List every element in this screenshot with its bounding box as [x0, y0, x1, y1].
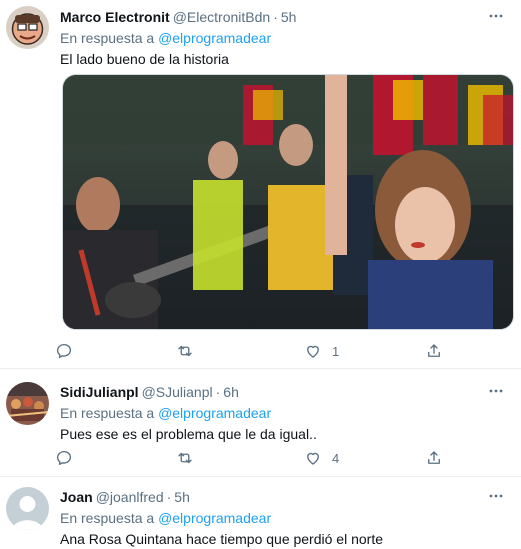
reply-icon — [56, 450, 72, 466]
reply-button[interactable] — [55, 448, 83, 468]
share-icon — [428, 344, 440, 357]
like-icon — [307, 452, 319, 465]
reply-mention-link[interactable]: @elprogramadear — [158, 405, 271, 421]
like-button[interactable]: 1 — [304, 341, 339, 361]
reply-icon — [56, 343, 72, 359]
retweet-icon — [178, 345, 192, 357]
retweet-button[interactable] — [176, 341, 204, 361]
author-name[interactable]: SidiJulianpl — [60, 384, 139, 400]
more-icon[interactable] — [487, 487, 505, 505]
tweet-time[interactable]: 6h — [223, 384, 239, 400]
avatar[interactable] — [6, 382, 49, 425]
share-button[interactable] — [425, 341, 443, 361]
more-icon[interactable] — [487, 7, 505, 25]
reply-prefix: En respuesta a — [60, 510, 155, 526]
reply-prefix: En respuesta a — [60, 30, 155, 46]
like-button[interactable]: 4 — [304, 448, 339, 468]
reply-button[interactable] — [55, 341, 83, 361]
share-button[interactable] — [425, 448, 443, 468]
author-name[interactable]: Marco Electronit — [60, 9, 170, 25]
tweet-1[interactable]: Marco Electronit @ElectronitBdn · 5h En res… — [0, 0, 521, 369]
avatar[interactable] — [6, 487, 49, 530]
tweet-text: Ana Rosa Quintana hace tiempo que perdió… — [60, 531, 383, 547]
like-icon — [307, 345, 319, 358]
separator-dot: · — [166, 489, 172, 505]
reply-context: En respuesta a @elprogramadear — [60, 28, 509, 48]
tweet-time[interactable]: 5h — [174, 489, 190, 505]
like-count: 1 — [332, 343, 340, 359]
separator-dot: · — [273, 9, 278, 25]
share-icon — [428, 451, 440, 464]
tweet-3[interactable]: Joan @joanlfred · 5h En respuesta a @elprog… — [0, 478, 521, 549]
tweet-media-image[interactable] — [62, 74, 514, 330]
reply-context: En respuesta a @elprogramadear — [60, 403, 509, 423]
avatar[interactable] — [6, 6, 49, 49]
author-handle[interactable]: @SJulianpl — [142, 384, 213, 400]
author-handle[interactable]: @ElectronitBdn — [173, 9, 270, 25]
retweet-icon — [178, 452, 192, 464]
separator-dot: · — [215, 384, 221, 400]
tweet-text: El lado bueno de la historia — [60, 51, 229, 67]
reply-mention-link[interactable]: @elprogramadear — [158, 510, 271, 526]
tweet-actions: 1 — [55, 341, 455, 361]
tweet-2[interactable]: SidiJulianpl @SJulianpl · 6h En respuesta a… — [0, 370, 521, 477]
author-name[interactable]: Joan — [60, 489, 93, 505]
like-count: 4 — [332, 450, 340, 466]
tweet-actions: 4 — [55, 448, 455, 468]
tweet-text: Pues ese es el problema que le da igual.… — [60, 426, 317, 442]
author-handle[interactable]: @joanlfred — [96, 489, 164, 505]
retweet-button[interactable] — [176, 448, 204, 468]
more-icon[interactable] — [487, 382, 505, 400]
tweet-time[interactable]: 5h — [281, 9, 297, 25]
reply-mention-link[interactable]: @elprogramadear — [158, 30, 271, 46]
reply-context: En respuesta a @elprogramadear — [60, 508, 509, 528]
reply-prefix: En respuesta a — [60, 405, 155, 421]
